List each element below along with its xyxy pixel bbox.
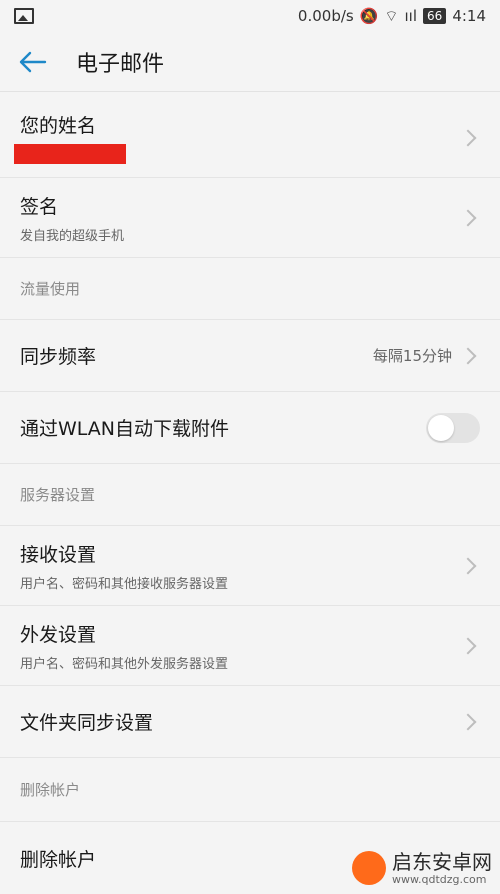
incoming-description: 用户名、密码和其他接收服务器设置: [20, 576, 229, 592]
setting-incoming[interactable]: 接收设置 用户名、密码和其他接收服务器设置: [0, 526, 500, 606]
setting-signature[interactable]: 签名 发自我的超级手机: [0, 178, 500, 258]
watermark: 启东安卓网 www.qdtdzg.com: [352, 851, 492, 885]
back-button[interactable]: [2, 32, 62, 92]
chevron-right-icon: [459, 347, 477, 364]
outgoing-description: 用户名、密码和其他外发服务器设置: [20, 656, 229, 672]
setting-your-name[interactable]: 您的姓名: [0, 98, 500, 178]
signature-value: 发自我的超级手机: [20, 228, 125, 244]
setting-folder-sync[interactable]: 文件夹同步设置: [0, 686, 500, 758]
chevron-right-icon: [459, 209, 477, 226]
chevron-right-icon: [459, 637, 477, 654]
sync-frequency-value: 每隔15分钟: [372, 347, 452, 365]
status-bar: 0.00b/s 🔕 ⌔ ııl 66 4:14: [0, 0, 500, 32]
folder-sync-label: 文件夹同步设置: [20, 712, 154, 734]
section-delete-header: 删除帐户: [0, 758, 500, 822]
gallery-notification-icon: [14, 8, 34, 24]
setting-wlan-auto-download: 通过WLAN自动下载附件: [0, 392, 500, 464]
page-title: 电子邮件: [76, 51, 165, 77]
settings-list: 您的姓名 签名 发自我的超级手机 流量使用 同步频率 每隔15分钟 通过WLAN…: [0, 98, 500, 894]
setting-sync-frequency[interactable]: 同步频率 每隔15分钟: [0, 320, 500, 392]
mute-icon: 🔕: [359, 7, 379, 25]
outgoing-label: 外发设置: [20, 623, 97, 646]
chevron-right-icon: [459, 557, 477, 574]
setting-outgoing[interactable]: 外发设置 用户名、密码和其他外发服务器设置: [0, 606, 500, 686]
watermark-logo: [352, 851, 386, 885]
chevron-right-icon: [459, 713, 477, 730]
clock: 4:14: [452, 7, 486, 25]
incoming-label: 接收设置: [20, 543, 97, 566]
wlan-auto-download-label: 通过WLAN自动下载附件: [20, 418, 230, 440]
watermark-name: 启东安卓网: [392, 849, 492, 874]
sync-frequency-label: 同步频率: [20, 346, 97, 368]
signature-label: 签名: [20, 195, 59, 218]
your-name-label: 您的姓名: [20, 115, 97, 137]
network-speed: 0.00b/s: [297, 7, 354, 25]
back-arrow-icon: [19, 51, 47, 72]
section-traffic-header: 流量使用: [0, 258, 500, 320]
delete-account-label: 删除帐户: [20, 848, 97, 871]
toggle-knob: [428, 414, 454, 441]
watermark-url: www.qdtdzg.com: [392, 872, 487, 886]
redacted-name: [14, 144, 126, 164]
section-server-header: 服务器设置: [0, 464, 500, 526]
battery-level: 66: [423, 8, 447, 24]
signal-icon: ııl: [404, 7, 418, 25]
chevron-right-icon: [459, 129, 477, 146]
wifi-icon: ⌔: [384, 6, 399, 25]
status-right: 0.00b/s 🔕 ⌔ ııl 66 4:14: [298, 7, 486, 26]
app-bar: 电子邮件: [0, 32, 500, 92]
wlan-auto-download-toggle[interactable]: [426, 412, 480, 443]
